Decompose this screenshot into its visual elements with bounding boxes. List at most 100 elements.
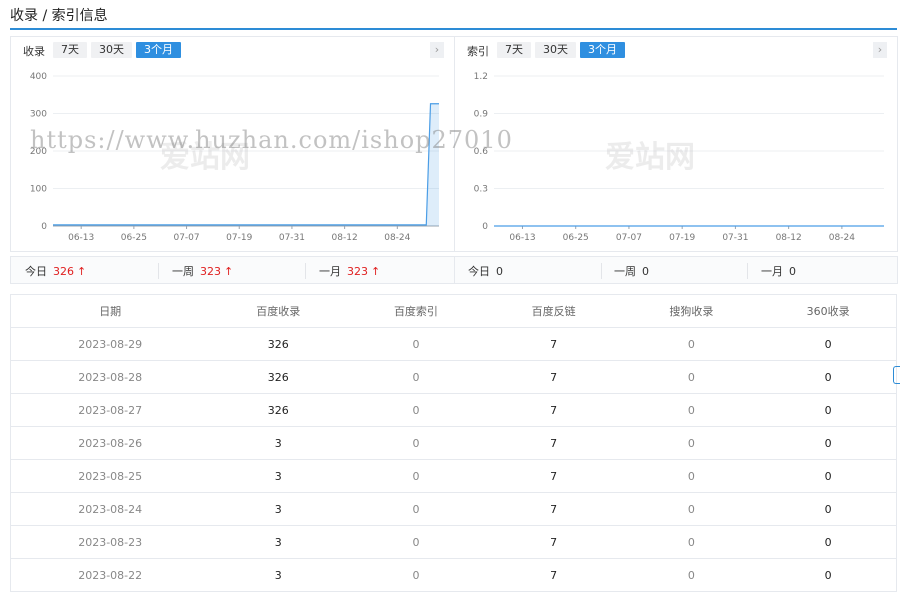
x-tick-label: 08-12 [332,233,358,243]
index-panel-label: 索引 [467,45,489,58]
table-cell: 3 [209,492,348,526]
chevron-right-icon[interactable]: › [873,42,887,58]
table-cell: 2023-08-29 [10,327,210,361]
table-row: 2023-08-23 3 0 7 0 0 [10,525,898,559]
stat-label: 今日 [25,265,47,278]
table-cell: 0 [760,459,898,493]
table-cell: 7 [484,360,623,394]
table-cell: 7 [484,558,623,592]
divider [601,263,602,279]
column-header: 日期 [10,294,210,328]
x-tick-label: 06-25 [121,233,147,243]
table-row: 2023-08-29 326 0 7 0 0 [10,327,898,361]
stat-label: 一月 [761,265,783,278]
table-cell: 7 [484,327,623,361]
series-area [53,103,439,226]
table-cell: 326 [209,360,348,394]
table-cell: 2023-08-24 [10,492,210,526]
up-arrow-icon: ↑ [77,265,87,278]
table-cell: 2023-08-23 [10,525,210,559]
divider [305,263,306,279]
stat-value: 0 [789,265,796,278]
table-cell: 0 [760,360,898,394]
title-underline [10,28,897,30]
table-cell: 0 [760,558,898,592]
table-cell: 0 [347,426,485,460]
y-tick-label: 0.3 [474,185,488,195]
x-tick-label: 06-13 [509,233,535,243]
series-line [53,103,439,226]
up-arrow-icon: ↑ [371,265,381,278]
table-cell: 0 [760,426,898,460]
stat-label: 一月 [319,265,341,278]
y-tick-label: 200 [30,147,47,157]
table-cell: 3 [209,459,348,493]
table-cell: 7 [484,393,623,427]
column-header: 百度索引 [347,294,485,328]
stat-week: 一周 323 ↑ [172,263,233,279]
table-cell: 0 [760,327,898,361]
inclusion-chart: 0 100 200 300 400 06-13 06-25 07-07 07-19 07-31 08… [30,72,439,243]
tab-7-days[interactable]: 7天 [53,42,87,58]
x-tick-label: 06-13 [68,233,94,243]
stat-value: 0 [642,265,649,278]
divider [158,263,159,279]
stat-week: 一周 0 [614,263,649,279]
table-row: 2023-08-28 326 0 7 0 0 [10,360,898,394]
index-chart-panel: 索引 7天 30天 3个月 › 0 0.3 0.6 0.9 1.2 06-13 06-25 0… [455,36,898,252]
tab-30-days[interactable]: 30天 [535,42,576,58]
table-cell: 0 [622,426,761,460]
column-header: 百度收录 [209,294,348,328]
index-stats-bar: 今日 0 一周 0 一月 0 [455,256,898,284]
y-tick-label: 0.9 [474,110,489,120]
inclusion-table: 日期 百度收录 百度索引 百度反链 搜狗收录 360收录 2023-08-29 3… [10,294,898,592]
table-cell: 0 [760,393,898,427]
table-cell: 326 [209,393,348,427]
index-chart: 0 0.3 0.6 0.9 1.2 06-13 06-25 07-07 07-19 07-31 08… [474,72,884,243]
chevron-right-icon[interactable]: › [430,42,444,58]
x-tick-label: 08-24 [829,233,855,243]
table-cell: 0 [347,459,485,493]
x-tick-label: 07-31 [722,233,748,243]
table-cell: 2023-08-25 [10,459,210,493]
tab-7-days[interactable]: 7天 [497,42,531,58]
y-tick-label: 0.6 [474,147,489,157]
up-arrow-icon: ↑ [224,265,234,278]
table-cell: 0 [622,492,761,526]
stat-month: 一月 323 ↑ [319,263,380,279]
table-row: 2023-08-25 3 0 7 0 0 [10,459,898,493]
table-cell: 0 [622,327,761,361]
stat-value: 323 [347,265,368,278]
side-feedback-icon[interactable] [893,366,900,384]
tab-3-months[interactable]: 3个月 [580,42,625,58]
table-row: 2023-08-26 3 0 7 0 0 [10,426,898,460]
stat-label: 一周 [614,265,636,278]
x-tick-label: 06-25 [563,233,589,243]
table-cell: 2023-08-26 [10,426,210,460]
stat-today: 今日 0 [468,263,503,279]
y-tick-label: 300 [30,110,47,120]
table-cell: 7 [484,426,623,460]
x-tick-label: 07-19 [226,233,252,243]
table-cell: 0 [347,558,485,592]
y-tick-label: 0 [41,222,47,232]
inclusion-chart-panel: 收录 7天 30天 3个月 › 0 100 200 300 400 06-13 06-25 0… [10,36,455,252]
stat-today: 今日 326 ↑ [25,263,86,279]
table-cell: 0 [760,525,898,559]
table-cell: 0 [347,360,485,394]
table-cell: 326 [209,327,348,361]
tab-30-days[interactable]: 30天 [91,42,132,58]
x-tick-label: 07-07 [173,233,199,243]
table-cell: 3 [209,558,348,592]
x-tick-label: 08-24 [384,233,410,243]
tab-3-months[interactable]: 3个月 [136,42,181,58]
table-cell: 7 [484,459,623,493]
table-header-row: 日期 百度收录 百度索引 百度反链 搜狗收录 360收录 [10,294,898,328]
page-title: 收录 / 索引信息 [10,8,108,24]
table-row: 2023-08-24 3 0 7 0 0 [10,492,898,526]
stat-value: 0 [496,265,503,278]
x-tick-label: 07-07 [616,233,642,243]
y-tick-label: 0 [482,222,488,232]
table-cell: 0 [622,360,761,394]
table-cell: 0 [347,492,485,526]
